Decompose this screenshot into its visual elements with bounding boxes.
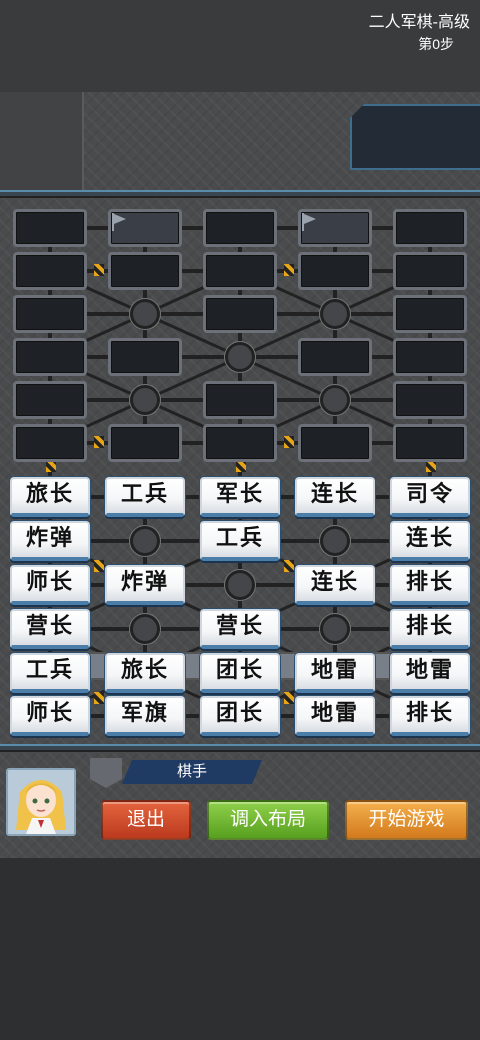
opponent-hidden-piece[interactable] (298, 424, 372, 462)
opponent-hidden-piece[interactable] (203, 209, 277, 247)
opponent-hidden-piece[interactable] (203, 424, 277, 462)
opponent-hidden-piece[interactable] (298, 338, 372, 376)
camp-circle[interactable] (320, 299, 350, 329)
opponent-hidden-piece[interactable] (298, 252, 372, 290)
board-bottom-edge (0, 744, 480, 752)
opponent-headquarters[interactable] (298, 209, 372, 247)
player-piece[interactable]: 军旗 (105, 696, 185, 736)
flag-icon (112, 213, 126, 231)
opponent-hidden-piece[interactable] (13, 424, 87, 462)
player-piece[interactable]: 地雷 (295, 696, 375, 736)
hazard-marker (284, 692, 294, 704)
opponent-hidden-piece[interactable] (393, 338, 467, 376)
player-piece[interactable]: 师长 (10, 696, 90, 736)
opponent-hidden-piece[interactable] (108, 338, 182, 376)
player-piece[interactable]: 旅长 (105, 653, 185, 693)
camp-circle[interactable] (130, 526, 160, 556)
start-game-button[interactable]: 开始游戏 (345, 800, 468, 840)
player-piece[interactable]: 营长 (10, 609, 90, 649)
player-piece[interactable]: 炸弹 (10, 521, 90, 561)
player-piece[interactable]: 排长 (390, 609, 470, 649)
step-counter: 第0步 (418, 36, 454, 52)
opponent-hidden-piece[interactable] (13, 252, 87, 290)
game-info-box (350, 104, 480, 170)
opponent-hidden-piece[interactable] (13, 209, 87, 247)
opponent-hidden-piece[interactable] (393, 381, 467, 419)
player-name: 棋手 (122, 760, 262, 784)
opponent-hidden-piece[interactable] (203, 295, 277, 333)
camp-circle[interactable] (225, 342, 255, 372)
left-decoration (0, 92, 84, 192)
player-piece[interactable]: 地雷 (390, 653, 470, 693)
camp-circle[interactable] (225, 570, 255, 600)
opponent-hidden-piece[interactable] (393, 295, 467, 333)
player-piece[interactable]: 炸弹 (105, 565, 185, 605)
player-piece[interactable]: 连长 (295, 477, 375, 517)
avatar[interactable] (6, 768, 76, 836)
opponent-headquarters[interactable] (108, 209, 182, 247)
opponent-hidden-piece[interactable] (203, 252, 277, 290)
camp-circle[interactable] (130, 385, 160, 415)
player-piece[interactable]: 旅长 (10, 477, 90, 517)
rank-shield-icon (90, 758, 122, 788)
opponent-hidden-piece[interactable] (393, 424, 467, 462)
hazard-marker (284, 560, 294, 572)
player-piece[interactable]: 工兵 (200, 521, 280, 561)
anime-girl-avatar-icon (8, 770, 74, 834)
exit-button[interactable]: 退出 (101, 800, 191, 840)
player-area: 棋手 退出 调入布局 开始游戏 (0, 752, 480, 858)
hazard-marker (284, 264, 294, 276)
camp-circle[interactable] (320, 385, 350, 415)
opponent-hidden-piece[interactable] (108, 424, 182, 462)
player-piece[interactable]: 工兵 (105, 477, 185, 517)
player-piece[interactable]: 连长 (390, 521, 470, 561)
player-piece[interactable]: 师长 (10, 565, 90, 605)
game-title: 二人军棋-高级 (368, 14, 470, 31)
board-top-edge (0, 190, 480, 198)
hazard-marker (94, 264, 104, 276)
player-piece[interactable]: 排长 (390, 565, 470, 605)
player-piece[interactable]: 地雷 (295, 653, 375, 693)
player-piece[interactable]: 团长 (200, 653, 280, 693)
hazard-marker (94, 560, 104, 572)
opponent-hidden-piece[interactable] (203, 381, 277, 419)
opponent-hidden-piece[interactable] (393, 209, 467, 247)
opponent-hidden-piece[interactable] (13, 295, 87, 333)
player-piece[interactable]: 军长 (200, 477, 280, 517)
player-piece[interactable]: 团长 (200, 696, 280, 736)
flag-icon (302, 213, 316, 231)
hazard-marker (94, 692, 104, 704)
load-layout-button[interactable]: 调入布局 (207, 800, 329, 840)
camp-circle[interactable] (320, 614, 350, 644)
camp-circle[interactable] (130, 299, 160, 329)
opponent-hidden-piece[interactable] (393, 252, 467, 290)
player-piece[interactable]: 营长 (200, 609, 280, 649)
player-piece[interactable]: 工兵 (10, 653, 90, 693)
opponent-hidden-piece[interactable] (108, 252, 182, 290)
hazard-marker (94, 436, 104, 448)
player-piece[interactable]: 连长 (295, 565, 375, 605)
camp-circle[interactable] (320, 526, 350, 556)
player-piece[interactable]: 排长 (390, 696, 470, 736)
player-piece[interactable]: 司令 (390, 477, 470, 517)
hazard-marker (284, 436, 294, 448)
board[interactable]: 旅长 工兵 军长 连长 司令 炸弹 工兵 连长 师长 炸弹 连长 排长 营长 营长 排长 工兵 旅长 团长 地雷 地雷… (0, 198, 480, 746)
opponent-hidden-piece[interactable] (13, 338, 87, 376)
opponent-hidden-piece[interactable] (13, 381, 87, 419)
camp-circle[interactable] (130, 614, 160, 644)
